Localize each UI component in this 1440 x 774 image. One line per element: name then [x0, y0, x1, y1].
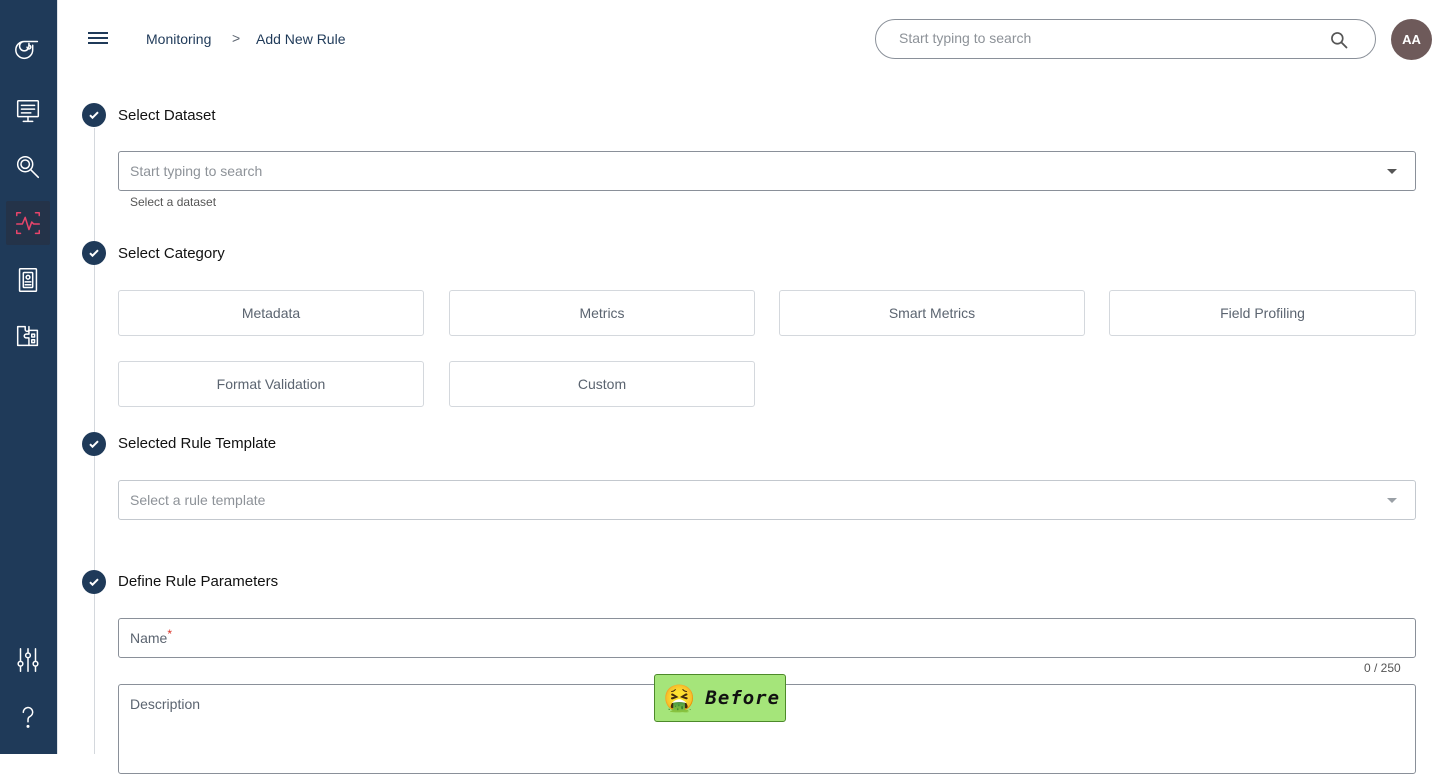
- category-field-profiling-button[interactable]: Field Profiling: [1109, 290, 1416, 336]
- name-field-label: Name*: [130, 627, 173, 646]
- menu-toggle-icon[interactable]: [88, 29, 108, 49]
- before-badge-label: Before: [705, 687, 781, 709]
- sidebar-divider: [57, 0, 58, 754]
- step-complete-check-icon: [82, 570, 106, 594]
- step-title-template: Selected Rule Template: [118, 435, 277, 452]
- category-metrics-button[interactable]: Metrics: [449, 290, 755, 336]
- step-title-dataset: Select Dataset: [118, 107, 216, 124]
- name-character-counter: 0 / 250: [1364, 661, 1401, 675]
- chevron-down-icon[interactable]: [1387, 498, 1397, 503]
- logo-icon[interactable]: [6, 26, 50, 70]
- step-complete-check-icon: [82, 432, 106, 456]
- global-search[interactable]: [875, 19, 1376, 59]
- breadcrumb-separator: >: [232, 30, 241, 46]
- sidebar-nav: [0, 0, 57, 754]
- nauseated-face-icon: 🤮: [663, 683, 696, 713]
- document-icon[interactable]: [6, 258, 50, 302]
- breadcrumb-current: Add New Rule: [256, 31, 346, 47]
- category-smart-metrics-button[interactable]: Smart Metrics: [779, 290, 1085, 336]
- dataset-search-input[interactable]: [130, 163, 1330, 179]
- step-title-category: Select Category: [118, 245, 225, 262]
- category-format-validation-button[interactable]: Format Validation: [118, 361, 424, 407]
- rule-name-field[interactable]: Name*: [118, 618, 1416, 658]
- search-icon[interactable]: [1329, 30, 1349, 50]
- required-asterisk: *: [167, 627, 173, 641]
- before-badge: 🤮 Before: [654, 674, 786, 722]
- step-complete-check-icon: [82, 241, 106, 265]
- rule-template-select[interactable]: [118, 480, 1416, 520]
- rule-template-input[interactable]: [130, 492, 1330, 508]
- category-metadata-button[interactable]: Metadata: [118, 290, 424, 336]
- global-search-input[interactable]: [899, 30, 1319, 46]
- dataset-helper-text: Select a dataset: [130, 195, 217, 209]
- breadcrumb-monitoring[interactable]: Monitoring: [146, 31, 211, 47]
- settings-sliders-icon[interactable]: [6, 638, 50, 682]
- puzzle-icon[interactable]: [6, 314, 50, 358]
- help-icon[interactable]: [6, 695, 50, 739]
- dataset-select[interactable]: [118, 151, 1416, 191]
- description-field-label: Description: [130, 696, 201, 712]
- chevron-down-icon[interactable]: [1387, 169, 1397, 174]
- activity-monitoring-icon[interactable]: [6, 201, 50, 245]
- category-custom-button[interactable]: Custom: [449, 361, 755, 407]
- monitor-icon[interactable]: [6, 89, 50, 133]
- step-title-parameters: Define Rule Parameters: [118, 573, 279, 590]
- step-complete-check-icon: [82, 103, 106, 127]
- search-data-icon[interactable]: [6, 145, 50, 189]
- avatar[interactable]: AA: [1391, 19, 1432, 60]
